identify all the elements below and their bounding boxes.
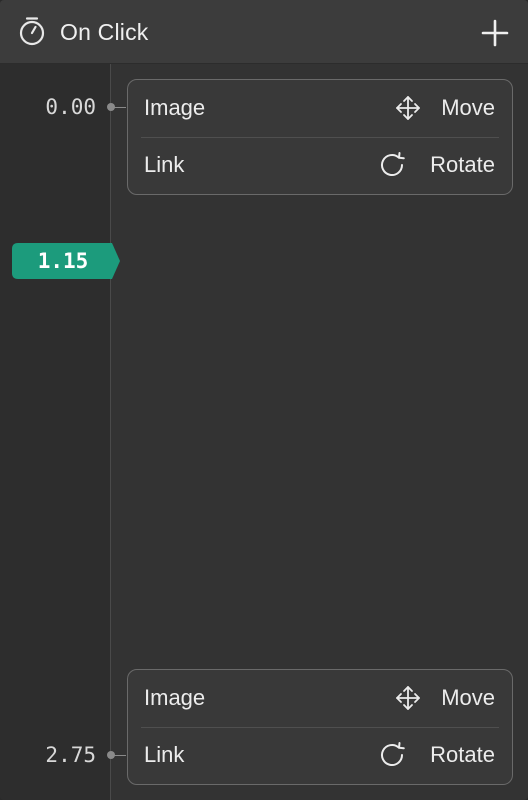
action-target: Link [144, 152, 185, 177]
action-name: Move [441, 685, 495, 710]
action-name: Move [441, 95, 495, 120]
timeline-track-line [110, 64, 111, 800]
panel-header: On Click [0, 0, 528, 64]
timeline-ruler [0, 64, 111, 800]
move-icon [396, 96, 420, 120]
trigger-title: On Click [60, 19, 149, 45]
action-row[interactable]: Image Move [128, 670, 512, 727]
keyframe-time-label: 2.75 [45, 743, 96, 767]
timeline-panel: On Click 0.00 2.75 1.15 Image Move Link … [0, 0, 528, 800]
keyframe-time-label: 0.00 [45, 95, 96, 119]
keyframe-connector [114, 755, 126, 756]
keyframe-card: Image Move Link Rotate [127, 669, 513, 785]
action-row[interactable]: Image Move [128, 80, 512, 137]
plus-icon [481, 19, 509, 47]
add-button[interactable] [478, 16, 512, 50]
action-row[interactable]: Link Rotate [128, 727, 512, 784]
action-name: Rotate [430, 742, 495, 767]
keyframe-connector [114, 107, 126, 108]
action-target: Link [144, 742, 185, 767]
playhead-time: 1.15 [37, 249, 89, 273]
timer-icon [19, 17, 45, 46]
playhead-marker[interactable]: 1.15 [12, 243, 120, 279]
action-row[interactable]: Link Rotate [128, 137, 512, 194]
action-target: Image [144, 685, 206, 710]
move-icon [396, 686, 420, 710]
action-name: Rotate [430, 152, 495, 177]
rotate-icon [381, 742, 405, 766]
action-target: Image [144, 95, 206, 120]
keyframe-card: Image Move Link Rotate [127, 79, 513, 195]
rotate-icon [381, 152, 405, 176]
